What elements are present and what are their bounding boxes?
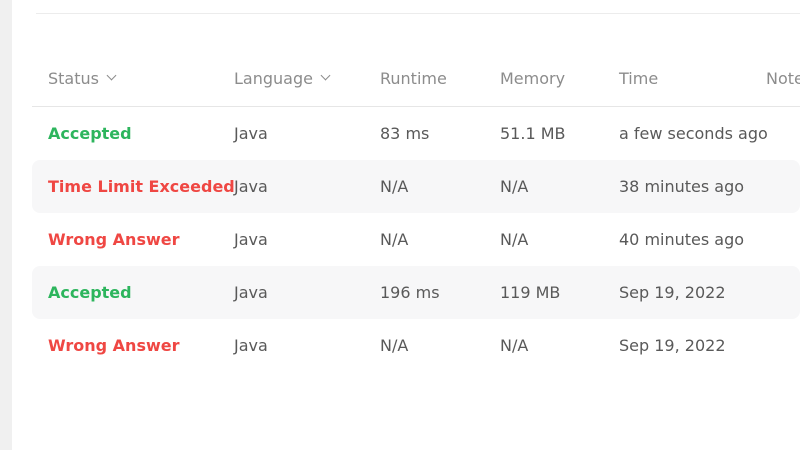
status-cell: Wrong Answer — [48, 319, 179, 372]
runtime-cell: 83 ms — [380, 124, 430, 143]
divider — [36, 13, 800, 14]
language-column-filter[interactable]: Language — [234, 50, 331, 106]
time-cell: 38 minutes ago — [619, 177, 745, 196]
chevron-down-icon — [106, 70, 117, 81]
memory-cell: N/A — [500, 177, 529, 196]
time-cell: Sep 19, 2022 — [619, 336, 726, 355]
table-row[interactable]: Accepted Java 196 ms 119 MB Sep 19, 2022 — [32, 266, 800, 319]
table-row[interactable]: Wrong Answer Java N/A N/A Sep 19, 2022 — [32, 319, 800, 372]
status-cell: Wrong Answer — [48, 213, 179, 266]
table-row[interactable]: Wrong Answer Java N/A N/A 40 minutes ago — [32, 213, 800, 266]
status-wrong-answer[interactable]: Wrong Answer — [48, 230, 179, 249]
status-column-filter[interactable]: Status — [48, 50, 117, 106]
language-cell: Java — [234, 230, 268, 249]
memory-cell: N/A — [500, 336, 529, 355]
memory-cell: N/A — [500, 230, 529, 249]
runtime-cell: N/A — [380, 177, 409, 196]
status-accepted[interactable]: Accepted — [48, 283, 132, 302]
status-time-limit-exceeded[interactable]: Time Limit Exceeded — [48, 177, 235, 196]
status-accepted[interactable]: Accepted — [48, 124, 132, 143]
memory-cell: 51.1 MB — [500, 124, 566, 143]
language-cell: Java — [234, 177, 268, 196]
time-cell: a few seconds ago — [619, 124, 768, 143]
language-cell: Java — [234, 124, 268, 143]
status-cell: Accepted — [48, 266, 132, 319]
time-cell: 40 minutes ago — [619, 230, 745, 249]
memory-cell: 119 MB — [500, 283, 561, 302]
status-cell: Time Limit Exceeded — [48, 160, 235, 213]
language-header-label: Language — [234, 68, 313, 88]
runtime-cell: N/A — [380, 230, 409, 249]
language-cell: Java — [234, 283, 268, 302]
status-header-label: Status — [48, 68, 99, 88]
time-header: Time — [619, 68, 659, 88]
submissions-table: Status Language Runtime Memory Time Note… — [32, 50, 800, 372]
table-row[interactable]: Accepted Java 83 ms 51.1 MB a few second… — [32, 107, 800, 160]
language-cell: Java — [234, 336, 268, 355]
table-header: Status Language Runtime Memory Time Note — [32, 50, 800, 107]
status-cell: Accepted — [48, 107, 132, 160]
notes-header: Note — [766, 68, 800, 88]
table-row[interactable]: Time Limit Exceeded Java N/A N/A 38 minu… — [32, 160, 800, 213]
runtime-cell: 196 ms — [380, 283, 440, 302]
time-cell: Sep 19, 2022 — [619, 283, 726, 302]
status-wrong-answer[interactable]: Wrong Answer — [48, 336, 179, 355]
runtime-cell: N/A — [380, 336, 409, 355]
chevron-down-icon — [320, 70, 331, 81]
runtime-header: Runtime — [380, 68, 447, 88]
memory-header: Memory — [500, 68, 566, 88]
